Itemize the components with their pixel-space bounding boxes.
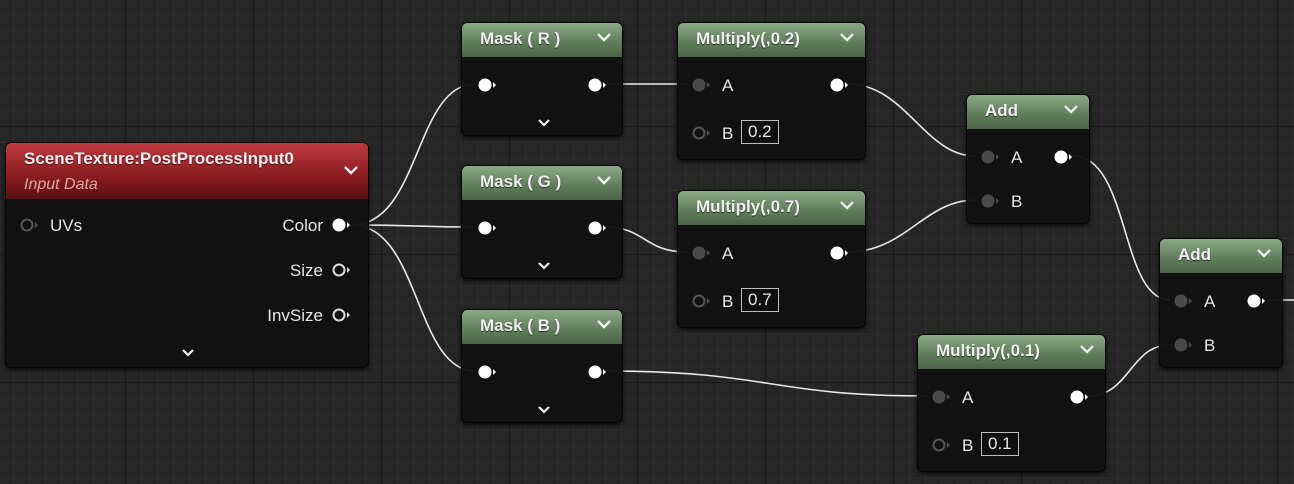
uvs-input-pin[interactable] — [18, 217, 40, 233]
chevron-down-icon[interactable] — [839, 200, 855, 210]
a-input-pin[interactable] — [930, 389, 952, 405]
node-header[interactable]: Mask ( B ) — [462, 310, 622, 344]
scene-texture-node[interactable]: SceneTexture:PostProcessInput0 Input Dat… — [5, 142, 369, 368]
wire-color-to-mask-r — [351, 83, 476, 226]
chevron-down-icon[interactable] — [839, 32, 855, 42]
wire-multiply-07-to-add-1 — [847, 199, 976, 253]
uvs-label: UVs — [50, 216, 83, 235]
chevron-down-icon[interactable] — [596, 319, 612, 329]
input-pin[interactable] — [476, 77, 498, 93]
output-pin[interactable] — [586, 364, 608, 380]
chevron-down-icon[interactable] — [1256, 248, 1272, 258]
b-pin-label: B — [722, 292, 734, 311]
node-title: Multiply(,0.1) — [936, 341, 1040, 360]
b-input-pin[interactable] — [1172, 337, 1194, 353]
input-pin[interactable] — [476, 364, 498, 380]
a-pin-label: A — [722, 76, 734, 95]
output-pin[interactable] — [586, 77, 608, 93]
mask-r-node[interactable]: Mask ( R ) — [461, 22, 623, 136]
multiply-01-node[interactable]: Multiply(,0.1) A B 0.1 — [917, 334, 1106, 472]
b-pin-label: B — [1011, 192, 1023, 211]
output-pin[interactable] — [586, 220, 608, 236]
a-pin-label: A — [962, 388, 974, 407]
node-title: Mask ( B ) — [480, 316, 561, 335]
node-header[interactable]: Multiply(,0.7) — [678, 191, 865, 225]
chevron-down-icon[interactable] — [343, 165, 359, 175]
node-header[interactable]: Mask ( R ) — [462, 23, 622, 57]
node-header[interactable]: Multiply(,0.1) — [918, 335, 1105, 369]
expand-chevron-icon[interactable] — [537, 405, 551, 414]
node-header[interactable]: Add — [967, 95, 1089, 129]
add-1-node[interactable]: Add A B — [966, 94, 1090, 224]
a-pin-label: A — [1204, 292, 1216, 311]
add-2-node[interactable]: Add A B — [1159, 238, 1283, 368]
output-pin[interactable] — [1245, 293, 1267, 309]
mask-b-node[interactable]: Mask ( B ) — [461, 309, 623, 423]
b-input-pin[interactable] — [930, 437, 952, 453]
node-title: Add — [985, 101, 1019, 120]
b-value-input[interactable]: 0.7 — [741, 288, 779, 312]
size-output-pin[interactable] — [330, 262, 352, 278]
output-pin[interactable] — [1068, 389, 1090, 405]
node-title: Add — [1178, 245, 1212, 264]
b-input-pin[interactable] — [979, 193, 1001, 209]
expand-chevron-icon[interactable] — [537, 118, 551, 127]
a-pin-label: A — [722, 244, 734, 263]
node-header[interactable]: Mask ( G ) — [462, 166, 622, 200]
color-output-pin[interactable] — [330, 217, 352, 233]
b-value-input[interactable]: 0.1 — [981, 432, 1019, 456]
wire-multiply-02-to-add-1 — [847, 83, 976, 157]
a-input-pin[interactable] — [690, 77, 712, 93]
output-pin[interactable] — [1052, 149, 1074, 165]
invsize-output-pin[interactable] — [330, 307, 352, 323]
wire-mask-b-to-multiply-01 — [604, 370, 927, 397]
b-pin-label: B — [722, 124, 734, 143]
multiply-02-node[interactable]: Multiply(,0.2) A B 0.2 — [677, 22, 866, 160]
chevron-down-icon[interactable] — [596, 32, 612, 42]
chevron-down-icon[interactable] — [1063, 104, 1079, 114]
color-label: Color — [282, 216, 323, 235]
b-value-input[interactable]: 0.2 — [741, 120, 779, 144]
node-header[interactable]: SceneTexture:PostProcessInput0 Input Dat… — [6, 143, 368, 199]
b-input-pin[interactable] — [690, 125, 712, 141]
output-pin[interactable] — [828, 77, 850, 93]
multiply-07-node[interactable]: Multiply(,0.7) A B 0.7 — [677, 190, 866, 328]
chevron-down-icon[interactable] — [596, 175, 612, 185]
mask-g-node[interactable]: Mask ( G ) — [461, 165, 623, 279]
a-input-pin[interactable] — [1172, 293, 1194, 309]
a-input-pin[interactable] — [979, 149, 1001, 165]
b-input-pin[interactable] — [690, 293, 712, 309]
node-title: Mask ( R ) — [480, 29, 561, 48]
expand-chevron-icon[interactable] — [181, 348, 195, 357]
node-title: SceneTexture:PostProcessInput0 — [24, 149, 294, 168]
a-input-pin[interactable] — [690, 245, 712, 261]
b-pin-label: B — [1204, 336, 1216, 355]
node-header[interactable]: Multiply(,0.2) — [678, 23, 865, 57]
node-title: Multiply(,0.7) — [696, 197, 800, 216]
input-pin[interactable] — [476, 220, 498, 236]
expand-chevron-icon[interactable] — [537, 261, 551, 270]
node-title: Multiply(,0.2) — [696, 29, 800, 48]
wire-color-to-mask-b — [351, 224, 476, 372]
invsize-label: InvSize — [267, 306, 323, 325]
a-pin-label: A — [1011, 148, 1023, 167]
chevron-down-icon[interactable] — [1079, 344, 1095, 354]
node-subtitle: Input Data — [24, 176, 98, 193]
output-pin[interactable] — [828, 245, 850, 261]
size-label: Size — [289, 261, 323, 280]
b-pin-label: B — [962, 436, 974, 455]
wire-color-to-mask-g — [351, 224, 476, 228]
node-title: Mask ( G ) — [480, 172, 562, 191]
node-header[interactable]: Add — [1160, 239, 1282, 273]
